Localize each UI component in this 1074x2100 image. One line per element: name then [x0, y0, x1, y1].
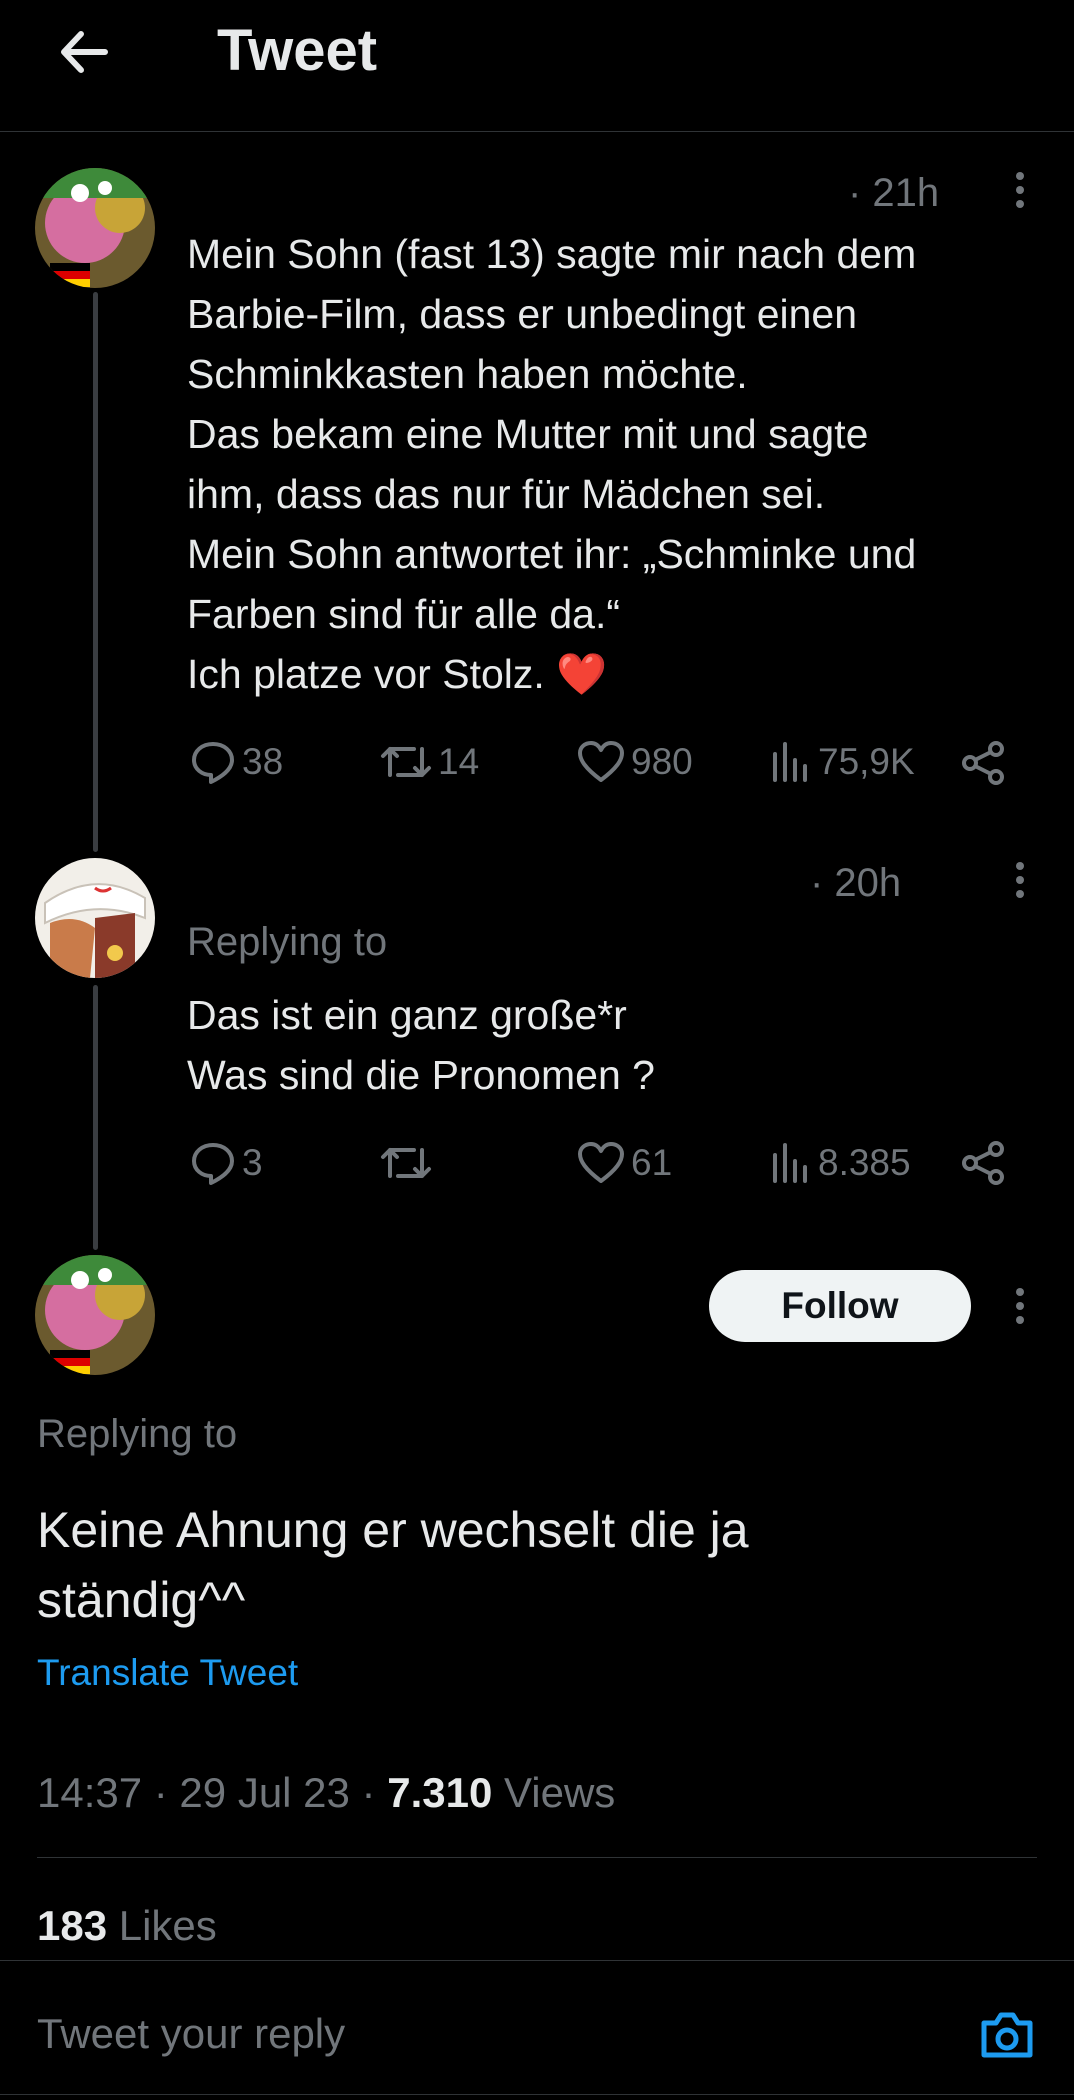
reply-action[interactable]: 38 — [190, 734, 283, 790]
views-icon — [773, 742, 807, 782]
retweet-icon — [381, 1148, 431, 1178]
share-icon[interactable] — [960, 740, 1006, 786]
retweet-action[interactable] — [380, 1135, 438, 1191]
views-action[interactable]: 8.385 — [770, 1135, 911, 1191]
reply-count: 3 — [242, 1142, 263, 1183]
main-tweet-text: Keine Ahnung er wechselt die ja ständig^… — [37, 1502, 749, 1628]
views-label: Views — [492, 1769, 616, 1816]
thread-line — [93, 292, 98, 852]
retweet-count: 14 — [438, 741, 480, 782]
view-count: 8.385 — [818, 1142, 911, 1183]
back-arrow-icon[interactable] — [55, 22, 115, 82]
reply-action[interactable]: 3 — [190, 1135, 263, 1191]
thread-line — [93, 985, 98, 1250]
divider — [0, 2094, 1074, 2095]
tweet-time: · 21h — [848, 171, 940, 215]
avatar[interactable] — [35, 1255, 155, 1375]
likes-summary[interactable]: 183 Likes — [37, 1898, 217, 1954]
follow-button[interactable]: Follow — [709, 1270, 971, 1342]
divider — [0, 1960, 1074, 1961]
reply-icon — [192, 742, 234, 784]
reply-count: 38 — [242, 741, 284, 782]
camera-icon[interactable] — [976, 2005, 1038, 2067]
replying-to-label: Replying to — [37, 1412, 238, 1456]
more-options-icon[interactable] — [1010, 168, 1030, 216]
retweet-icon — [381, 747, 431, 777]
more-options-icon[interactable] — [1010, 1284, 1030, 1332]
likes-label: Likes — [107, 1902, 217, 1949]
divider — [37, 1857, 1037, 1858]
replying-to-label: Replying to — [187, 920, 388, 964]
tweet-time: · 20h — [810, 861, 902, 905]
view-count: 75,9K — [818, 741, 915, 782]
page-title: Tweet — [217, 18, 378, 83]
heart-icon — [578, 1142, 624, 1183]
views-count: 7.310 — [387, 1769, 493, 1816]
reply-input[interactable]: Tweet your reply — [37, 2010, 345, 2058]
more-options-icon[interactable] — [1010, 858, 1030, 906]
avatar[interactable] — [35, 168, 155, 288]
translate-tweet-link[interactable]: Translate Tweet — [37, 1652, 298, 1694]
avatar[interactable] — [35, 858, 155, 978]
like-action[interactable]: 980 — [577, 734, 693, 790]
header-divider — [0, 131, 1074, 132]
like-count: 61 — [631, 1142, 673, 1183]
likes-count: 183 — [37, 1902, 108, 1949]
tweet-timestamp: 14:37 · 29 Jul 23 · — [37, 1769, 388, 1816]
share-icon[interactable] — [960, 1140, 1006, 1186]
like-count: 980 — [631, 741, 693, 782]
like-action[interactable]: 61 — [577, 1135, 672, 1191]
tweet-meta: 14:37 · 29 Jul 23 · 7.310 Views — [37, 1765, 615, 1821]
tweet-text: Mein Sohn (fast 13) sagte mir nach dem B… — [187, 231, 917, 697]
views-icon — [773, 1143, 807, 1183]
heart-icon — [578, 741, 624, 782]
retweet-action[interactable]: 14 — [380, 734, 479, 790]
reply-icon — [192, 1143, 234, 1185]
views-action[interactable]: 75,9K — [770, 734, 915, 790]
tweet-text: Das ist ein ganz große*r Was sind die Pr… — [187, 992, 655, 1098]
